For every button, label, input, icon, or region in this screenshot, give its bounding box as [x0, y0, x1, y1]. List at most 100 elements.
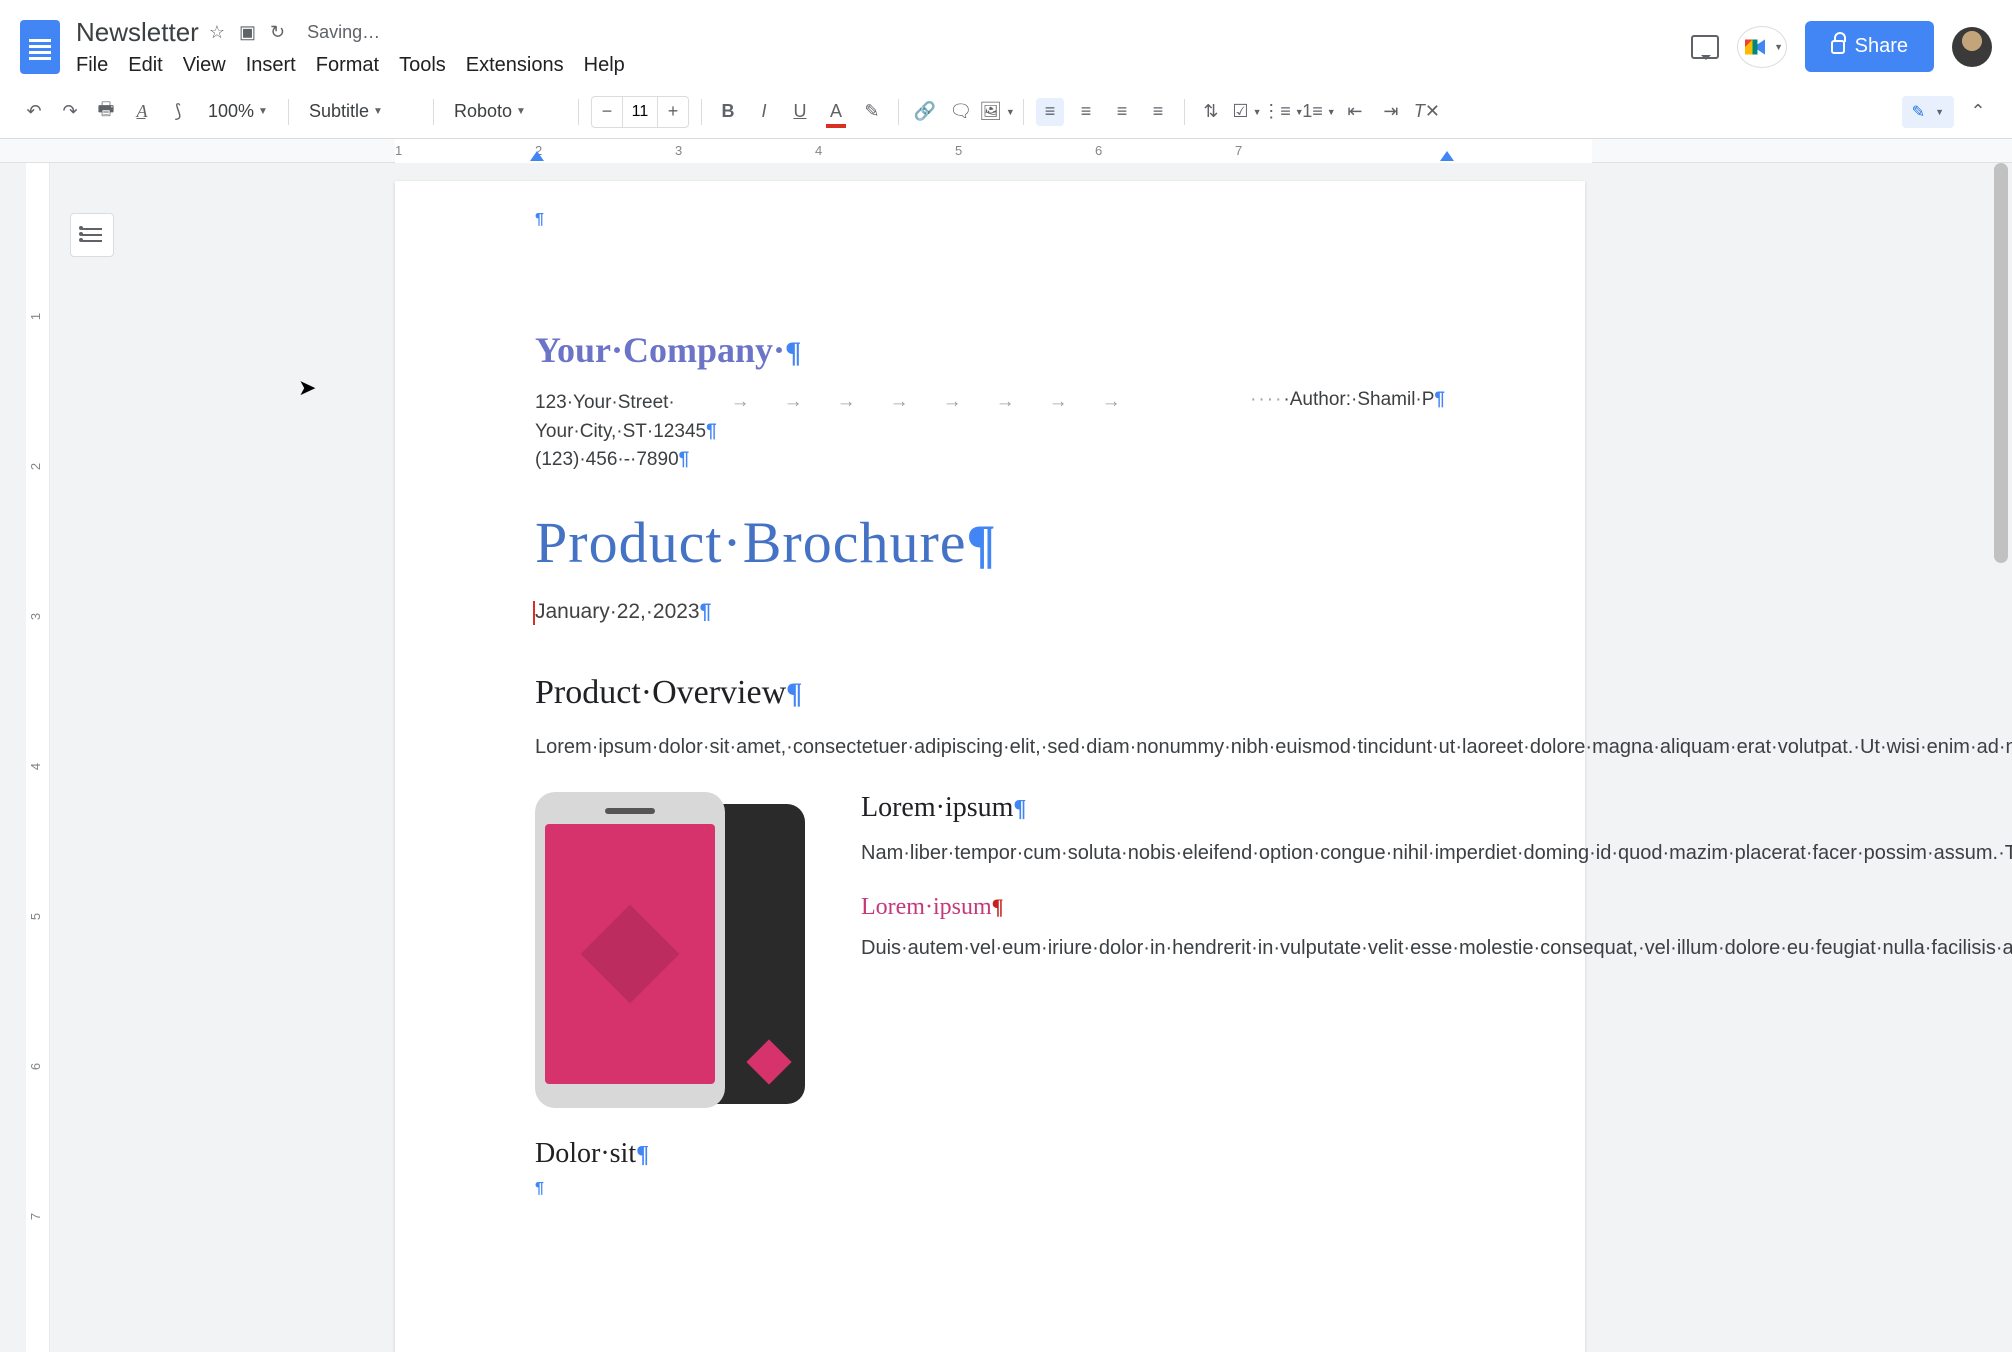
ruler-h-mark: 4 [815, 143, 822, 158]
highlight-button[interactable]: ✎ [858, 98, 886, 126]
share-label: Share [1855, 35, 1908, 58]
ruler-h-mark: 6 [1095, 143, 1102, 158]
undo-button[interactable]: ↶ [20, 98, 48, 126]
align-left-button[interactable]: ≡ [1036, 98, 1064, 126]
tab-arrows: →→→→→→→→ [717, 389, 1250, 475]
text-color-button[interactable]: A [822, 98, 850, 126]
app-header: Newsletter ☆ ▣ ↻ Saving… File Edit View … [0, 0, 2012, 85]
address-block[interactable]: 123·Your·Street· Your·City,·ST·12345¶ (1… [535, 389, 1445, 475]
paragraph-b[interactable]: Duis·autem·vel·eum·iriure·dolor·in·hendr… [861, 931, 2012, 965]
link-button[interactable]: 🔗 [911, 98, 939, 126]
add-comment-button[interactable]: 🗨 [947, 98, 975, 126]
comments-icon[interactable] [1691, 35, 1719, 59]
outline-toggle-button[interactable] [70, 213, 114, 257]
author-line: ·····Author:·Shamil·P¶ [1250, 389, 1445, 475]
spellcheck-button[interactable]: A̲ [128, 98, 156, 126]
paint-format-button[interactable]: ⟆ [164, 98, 192, 126]
ruler-v-mark: 1 [28, 313, 43, 320]
subtitle-date[interactable]: January·22,·2023¶ [535, 600, 1445, 624]
menu-edit[interactable]: Edit [128, 54, 162, 77]
font-family-dropdown[interactable]: Roboto▼ [446, 97, 566, 126]
align-center-button[interactable]: ≡ [1072, 98, 1100, 126]
pencil-icon: ✎ [1912, 102, 1925, 122]
saving-status: Saving… [307, 22, 380, 43]
ruler-h-mark: 5 [955, 143, 962, 158]
horizontal-ruler[interactable]: 1 2 3 4 5 6 7 [0, 139, 2012, 163]
move-icon[interactable]: ▣ [239, 22, 256, 43]
font-size-increase[interactable]: + [658, 97, 688, 127]
heading-lorem-2[interactable]: Lorem·ipsum¶ [861, 894, 2012, 921]
ruler-v-mark: 5 [28, 913, 43, 920]
toolbar: ↶ ↷ 🖶 A̲ ⟆ 100%▼ Subtitle▼ Roboto▼ − + B… [0, 85, 2012, 139]
ruler-v-mark: 7 [28, 1213, 43, 1220]
product-image[interactable] [535, 792, 825, 1112]
overview-paragraph[interactable]: Lorem·ipsum·dolor·sit·amet,·consectetuer… [535, 730, 1445, 764]
ruler-v-mark: 2 [28, 463, 43, 470]
mouse-cursor-icon: ➤ [298, 375, 316, 401]
vertical-scrollbar[interactable] [1994, 163, 2008, 1352]
collapse-toolbar-button[interactable]: ⌃ [1964, 98, 1992, 126]
indent-marker-right[interactable] [1440, 151, 1454, 161]
share-button[interactable]: Share [1805, 21, 1934, 72]
document-main-title[interactable]: Product·Brochure¶ [535, 509, 1445, 576]
cloud-status-icon[interactable]: ↻ [270, 22, 285, 43]
heading-lorem-1[interactable]: Lorem·ipsum¶ [861, 792, 2012, 824]
print-button[interactable]: 🖶 [92, 98, 120, 126]
menu-format[interactable]: Format [316, 54, 379, 77]
menu-bar: File Edit View Insert Format Tools Exten… [76, 54, 625, 77]
document-title[interactable]: Newsletter [76, 17, 199, 48]
menu-extensions[interactable]: Extensions [466, 54, 564, 77]
paragraph-a[interactable]: Nam·liber·tempor·cum·soluta·nobis·eleife… [861, 836, 2012, 870]
redo-button[interactable]: ↷ [56, 98, 84, 126]
clear-formatting-button[interactable]: T✕ [1413, 98, 1441, 126]
align-justify-button[interactable]: ≡ [1144, 98, 1172, 126]
checklist-button[interactable]: ☑▼ [1233, 98, 1261, 126]
menu-help[interactable]: Help [584, 54, 625, 77]
account-avatar[interactable] [1952, 27, 1992, 67]
meet-button[interactable]: ▼ [1737, 26, 1787, 68]
underline-button[interactable]: U [786, 98, 814, 126]
phone-front-icon [535, 792, 725, 1108]
font-size-control: − + [591, 96, 689, 128]
ruler-v-mark: 6 [28, 1063, 43, 1070]
editing-mode-button[interactable]: ✎▼ [1902, 96, 1954, 128]
vertical-ruler[interactable]: 1 2 3 4 5 6 7 [26, 163, 50, 1352]
ruler-h-mark: 7 [1235, 143, 1242, 158]
ruler-h-mark: 1 [395, 143, 402, 158]
bold-button[interactable]: B [714, 98, 742, 126]
numbered-list-button[interactable]: 1≡▼ [1305, 98, 1333, 126]
align-right-button[interactable]: ≡ [1108, 98, 1136, 126]
paragraph-style-dropdown[interactable]: Subtitle▼ [301, 97, 421, 126]
menu-tools[interactable]: Tools [399, 54, 446, 77]
font-size-decrease[interactable]: − [592, 97, 622, 127]
text-cursor [533, 601, 535, 625]
company-heading[interactable]: Your·Company·¶ [535, 329, 1445, 371]
address-line-2: Your·City,·ST·12345 [535, 421, 706, 442]
docs-logo-icon[interactable] [20, 20, 60, 74]
ruler-v-mark: 4 [28, 763, 43, 770]
star-icon[interactable]: ☆ [209, 22, 225, 43]
document-page[interactable]: ¶ Your·Company·¶ 123·Your·Street· Your·C… [395, 181, 1585, 1352]
lock-icon [1831, 40, 1845, 54]
zoom-dropdown[interactable]: 100%▼ [200, 97, 276, 126]
menu-insert[interactable]: Insert [246, 54, 296, 77]
font-size-input[interactable] [622, 97, 658, 127]
italic-button[interactable]: I [750, 98, 778, 126]
ruler-v-mark: 3 [28, 613, 43, 620]
empty-paragraph: ¶ [535, 211, 1445, 229]
line-spacing-button[interactable]: ⇅ [1197, 98, 1225, 126]
indent-increase-button[interactable]: ⇥ [1377, 98, 1405, 126]
document-canvas: 1 2 3 4 5 6 7 ➤ ¶ Your·Company·¶ 123·You… [0, 163, 2012, 1352]
heading-dolor-sit[interactable]: Dolor·sit¶ [535, 1138, 1445, 1170]
insert-image-button[interactable]: 🖼▼ [983, 98, 1011, 126]
address-line-3: (123)·456·-·7890 [535, 449, 679, 470]
indent-decrease-button[interactable]: ⇤ [1341, 98, 1369, 126]
ruler-h-mark: 3 [675, 143, 682, 158]
address-line-1: 123·Your·Street· [535, 392, 675, 413]
indent-marker-left[interactable] [530, 151, 544, 161]
menu-file[interactable]: File [76, 54, 108, 77]
menu-view[interactable]: View [183, 54, 226, 77]
heading-product-overview[interactable]: Product·Overview¶ [535, 674, 1445, 712]
bulleted-list-button[interactable]: ⋮≡▼ [1269, 98, 1297, 126]
scrollbar-thumb[interactable] [1994, 163, 2008, 563]
